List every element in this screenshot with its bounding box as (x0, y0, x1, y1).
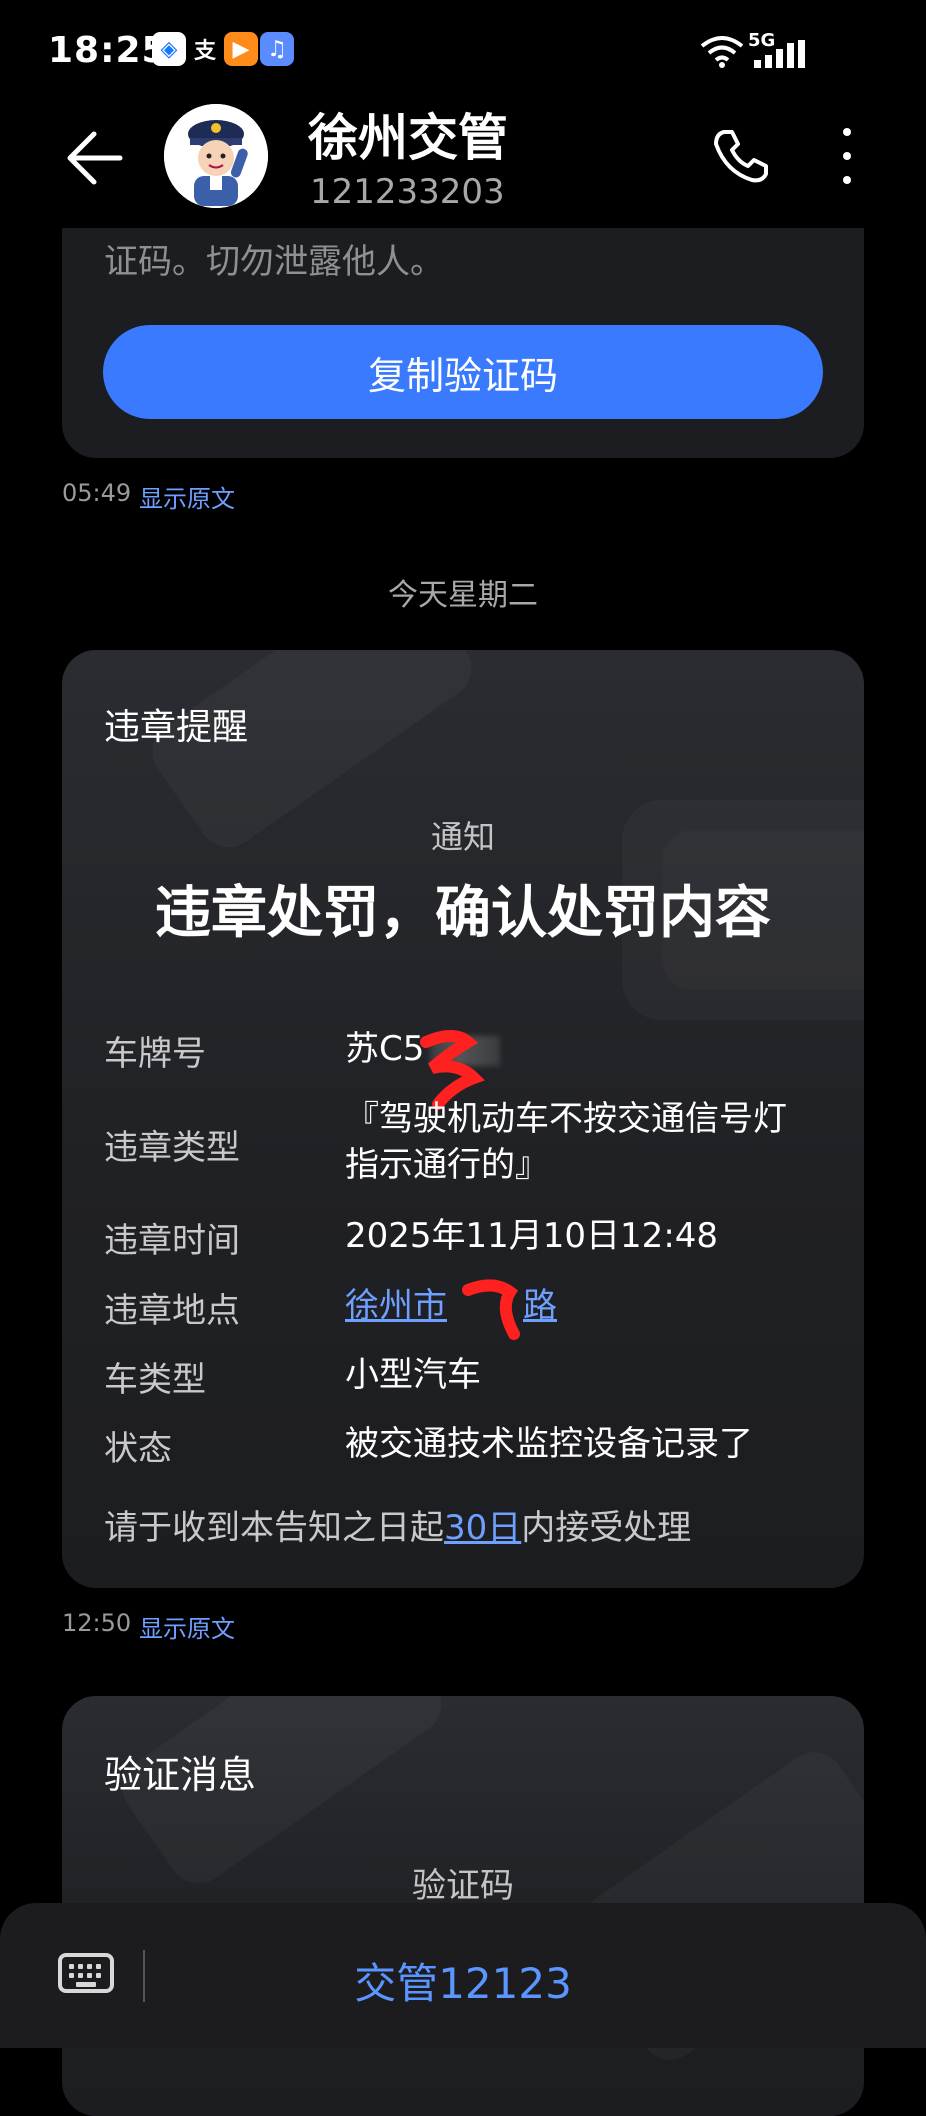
phone-call-icon[interactable] (712, 128, 768, 184)
service-menu-button[interactable]: 交管12123 (0, 1950, 926, 2011)
handling-deadline: 请于收到本告知之日起30日内接受处理 (104, 1508, 692, 1548)
avatar[interactable] (164, 104, 268, 208)
more-options-icon[interactable] (840, 128, 854, 188)
status-time: 18:25 (48, 30, 168, 71)
conversation-title: 徐州交管 (308, 109, 508, 167)
field-label-status: 状态 (104, 1429, 172, 1469)
sender-number: 121233203 (310, 172, 505, 212)
copy-code-button[interactable]: 复制验证码 (103, 325, 823, 419)
back-arrow-icon[interactable] (64, 130, 124, 186)
alipay-icon: 支 (193, 39, 216, 64)
location-link[interactable]: 徐州市 (345, 1286, 447, 1326)
field-value-status: 被交通技术监控设备记录了 (345, 1424, 753, 1464)
field-label-plate: 车牌号 (104, 1034, 206, 1074)
signal-icon (754, 40, 805, 68)
music-app-icon: ♫ (260, 32, 294, 66)
notice-label: 验证码 (412, 1866, 514, 1906)
bank-app-icon: ◈ (152, 32, 186, 66)
video-app-icon: ▶ (224, 32, 258, 66)
redaction-scribble (462, 1279, 520, 1340)
notice-headline: 违章处罚，确认处罚内容 (155, 881, 771, 946)
message-partial-text: 证码。切勿泄露他人。 (104, 242, 444, 282)
notice-label: 通知 (430, 818, 495, 856)
deadline-link[interactable]: 30日 (444, 1508, 521, 1548)
date-divider: 今天星期二 (388, 578, 538, 613)
field-value-violation-type: 『驾驶机动车不按交通信号灯指示通行的』 (345, 1099, 787, 1185)
field-label-violation-type: 违章类型 (104, 1128, 240, 1168)
field-value-vehicle-type: 小型汽车 (345, 1355, 481, 1395)
field-label-location: 违章地点 (104, 1291, 240, 1331)
show-original-link[interactable]: 显示原文 (139, 1609, 235, 1644)
show-original-link[interactable]: 显示原文 (139, 479, 235, 514)
field-label-vehicle-type: 车类型 (104, 1360, 206, 1400)
police-officer-avatar-icon (164, 104, 268, 208)
card-title: 违章提醒 (104, 707, 249, 748)
message-time: 05:49 (62, 479, 132, 507)
field-label-violation-time: 违章时间 (104, 1221, 240, 1261)
card-title: 验证消息 (104, 1753, 257, 1797)
wifi-icon (700, 36, 744, 68)
field-value-violation-time: 2025年11月10日12:48 (345, 1216, 719, 1256)
message-time: 12:50 (62, 1609, 132, 1637)
